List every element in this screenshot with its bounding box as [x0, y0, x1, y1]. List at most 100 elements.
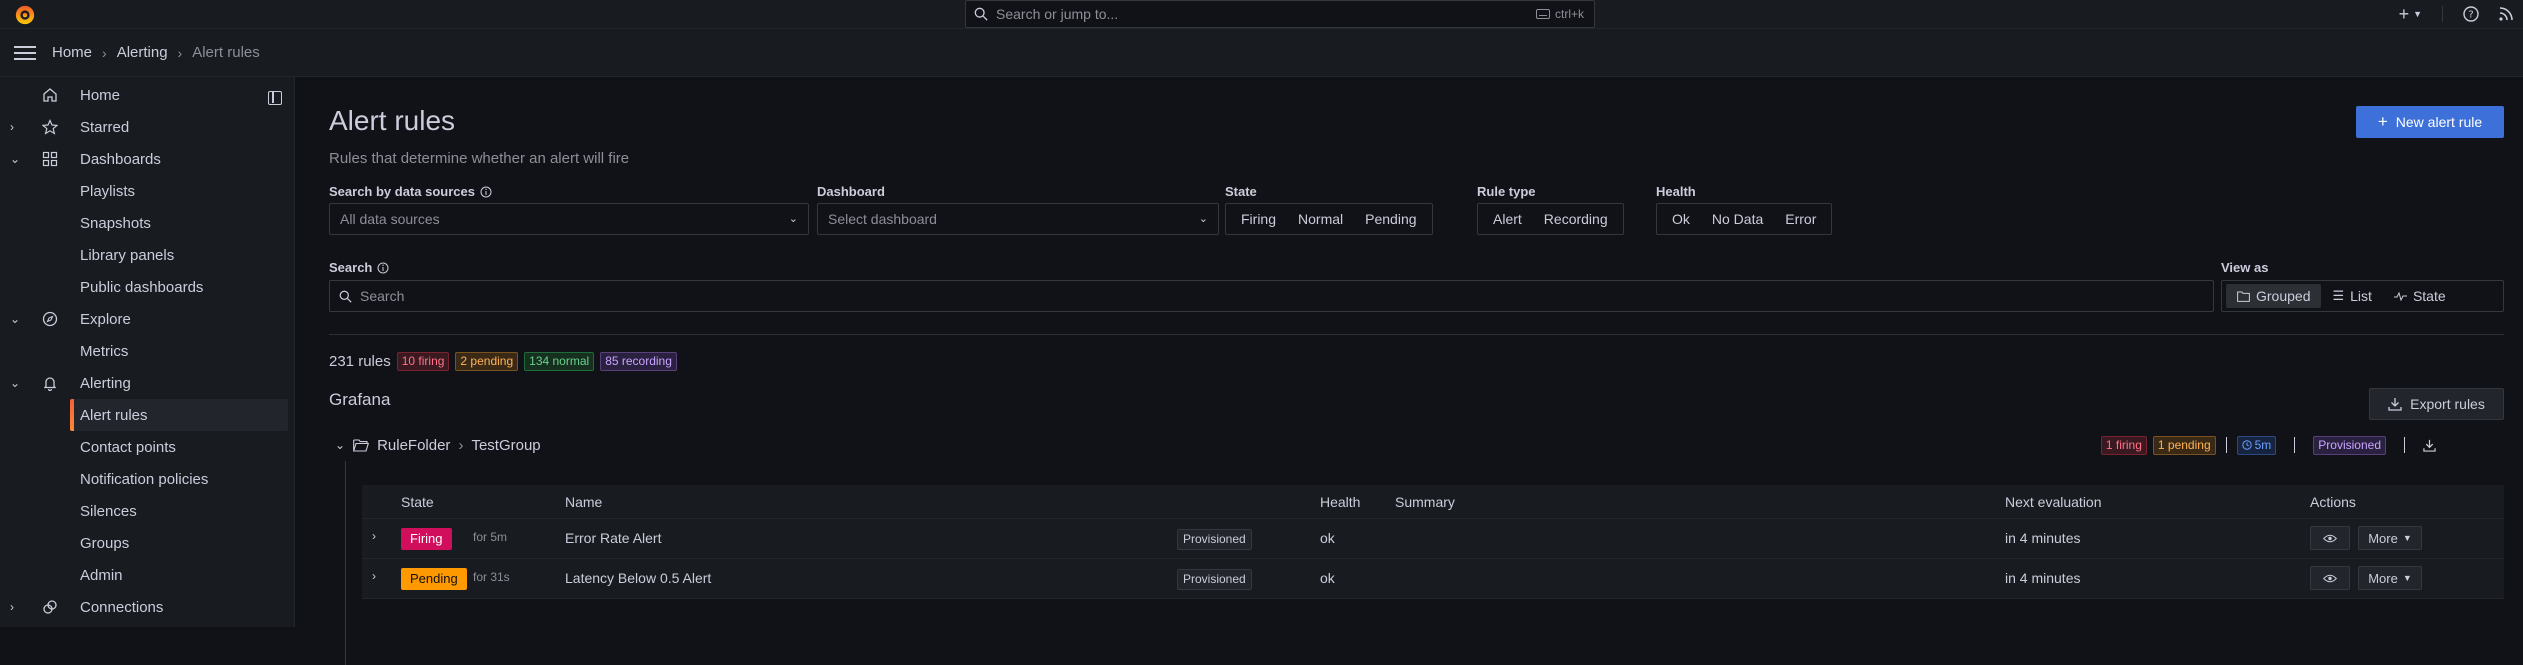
sidebar-item-admin[interactable]: Admin: [0, 559, 290, 591]
health-filter-label: Health: [1656, 184, 1696, 199]
sidebar-item-silences[interactable]: Silences: [0, 495, 290, 527]
group-pending-badge: 1 pending: [2152, 435, 2216, 455]
more-actions-button[interactable]: More ▼: [2358, 566, 2422, 590]
sidebar-item-dashboards[interactable]: ⌄ Dashboards: [0, 143, 290, 175]
chevron-right-icon[interactable]: ›: [10, 600, 14, 614]
breadcrumb-current: Alert rules: [192, 44, 260, 61]
heartbeat-icon: [2393, 291, 2407, 301]
sidebar-item-label: Alert rules: [80, 406, 148, 424]
help-icon[interactable]: ?: [2463, 6, 2479, 22]
sidebar-item-home[interactable]: Home: [0, 79, 290, 111]
sidebar-item-label: Starred: [80, 118, 130, 136]
table-header: State Name Health Summary Next evaluatio…: [362, 485, 2504, 519]
chevron-right-icon: ›: [177, 44, 183, 61]
info-icon[interactable]: [377, 262, 389, 274]
new-alert-rule-label: New alert rule: [2395, 114, 2483, 130]
breadcrumb-alerting[interactable]: Alerting: [117, 44, 168, 61]
rules-search-input[interactable]: Search: [329, 280, 2214, 312]
new-alert-rule-button[interactable]: + New alert rule: [2356, 106, 2504, 138]
sidebar-item-playlists[interactable]: Playlists: [0, 175, 290, 207]
dashboard-select[interactable]: Select dashboard ⌄: [817, 203, 1219, 235]
sidebar-item-explore[interactable]: ⌄ Explore: [0, 303, 290, 335]
search-label-text: Search: [329, 260, 373, 275]
chevron-down-icon: ▼: [2402, 533, 2412, 543]
top-actions: + ▼ ?: [2399, 0, 2513, 28]
viewas-option-list[interactable]: ☰ List: [2321, 284, 2382, 308]
plus-icon: +: [2377, 112, 2388, 131]
search-filter-label: Search: [329, 260, 389, 275]
more-actions-button[interactable]: More ▼: [2358, 526, 2422, 550]
chevron-right-icon[interactable]: ›: [10, 120, 14, 134]
folder-icon: [2237, 291, 2250, 302]
sidebar-item-alert-rules[interactable]: Alert rules: [70, 399, 288, 431]
state-option-pending[interactable]: Pending: [1354, 207, 1427, 231]
info-icon[interactable]: [480, 186, 492, 198]
state-option-firing[interactable]: Firing: [1230, 207, 1287, 231]
top-search-input[interactable]: Search or jump to... ctrl+k: [965, 0, 1595, 28]
viewas-radio-group: Grouped ☰ List State: [2221, 280, 2504, 312]
add-menu-button[interactable]: + ▼: [2399, 4, 2422, 25]
chevron-down-icon: ▼: [2402, 573, 2412, 583]
sidebar-item-snapshots[interactable]: Snapshots: [0, 207, 290, 239]
sidebar-item-contact-points[interactable]: Contact points: [0, 431, 290, 463]
sidebar-item-public-dashboards[interactable]: Public dashboards: [0, 271, 290, 303]
chevron-down-icon[interactable]: ⌄: [10, 376, 20, 390]
export-group-icon[interactable]: [2423, 439, 2436, 452]
plus-icon: +: [2398, 3, 2410, 24]
state-badge-firing: Firing: [401, 528, 452, 550]
header-summary: Summary: [1395, 494, 1455, 510]
datasource-select[interactable]: All data sources ⌄: [329, 203, 809, 235]
view-rule-button[interactable]: [2310, 566, 2350, 590]
chevron-down-icon[interactable]: ⌄: [10, 312, 20, 326]
table-row[interactable]: › Pending for 31s Latency Below 0.5 Aler…: [362, 559, 2504, 599]
menu-toggle-button[interactable]: [14, 42, 36, 64]
viewas-grouped-label: Grouped: [2256, 288, 2311, 304]
next-evaluation: in 4 minutes: [2005, 570, 2081, 586]
rule-folder-name[interactable]: RuleFolder: [377, 437, 450, 454]
health-option-ok[interactable]: Ok: [1661, 207, 1701, 231]
view-rule-button[interactable]: [2310, 526, 2350, 550]
header-state: State: [401, 494, 434, 510]
group-interval-value: 5m: [2254, 437, 2272, 452]
table-row[interactable]: › Firing for 5m Error Rate Alert Provisi…: [362, 519, 2504, 559]
breadcrumb-home[interactable]: Home: [52, 44, 92, 61]
search-icon: [974, 7, 988, 21]
viewas-option-grouped[interactable]: Grouped: [2226, 284, 2322, 308]
sidebar-item-label: Alerting: [80, 374, 131, 392]
chevron-down-icon[interactable]: ⌄: [335, 438, 345, 452]
sidebar-item-alerting[interactable]: ⌄ Alerting: [0, 367, 290, 399]
sidebar-item-groups[interactable]: Groups: [0, 527, 290, 559]
chevron-down-icon[interactable]: ⌄: [10, 152, 20, 166]
sidebar-item-starred[interactable]: › Starred: [0, 111, 290, 143]
health-option-error[interactable]: Error: [1774, 207, 1827, 231]
section-divider: [329, 334, 2504, 335]
health-option-nodata[interactable]: No Data: [1701, 207, 1774, 231]
chevron-right-icon[interactable]: ›: [372, 569, 376, 583]
state-duration: for 5m: [473, 530, 508, 544]
sidebar-item-label: Dashboards: [80, 150, 161, 168]
rules-search-placeholder: Search: [360, 288, 405, 304]
group-interval-badge: 5m: [2236, 435, 2277, 455]
clock-icon: [2241, 440, 2252, 450]
provisioned-badge: Provisioned: [1177, 569, 1252, 590]
sidebar-item-notification-policies[interactable]: Notification policies: [0, 463, 290, 495]
viewas-option-state[interactable]: State: [2383, 284, 2457, 308]
breadcrumb-bar: Home › Alerting › Alert rules: [0, 29, 2523, 77]
grafana-logo-icon[interactable]: [14, 4, 36, 26]
sidebar-item-metrics[interactable]: Metrics: [0, 335, 290, 367]
ruletype-option-alert[interactable]: Alert: [1482, 207, 1533, 231]
news-feed-icon[interactable]: [2499, 7, 2513, 21]
sidebar-item-library-panels[interactable]: Library panels: [0, 239, 290, 271]
next-evaluation: in 4 minutes: [2005, 530, 2081, 546]
eye-icon: [2323, 574, 2337, 582]
chevron-right-icon[interactable]: ›: [372, 529, 376, 543]
export-rules-button[interactable]: Export rules: [2369, 388, 2504, 420]
meta-separator: [2404, 437, 2405, 453]
more-label: More: [2368, 530, 2398, 546]
sidebar-item-connections[interactable]: › Connections: [0, 591, 290, 623]
state-option-normal[interactable]: Normal: [1287, 207, 1354, 231]
ruletype-option-recording[interactable]: Recording: [1533, 207, 1619, 231]
provisioned-badge: Provisioned: [1177, 529, 1252, 550]
connections-icon: [43, 600, 57, 614]
datasource-select-value: All data sources: [340, 211, 440, 227]
